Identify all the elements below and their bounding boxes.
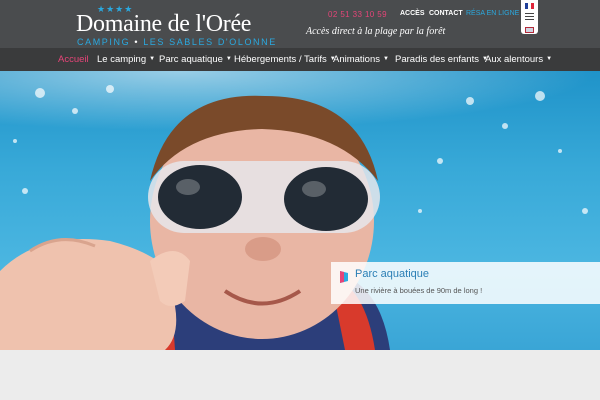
hero-photo-swimmer (0, 85, 588, 350)
nav-item-parc-aquatique[interactable]: Parc aquatique ▼ (159, 54, 232, 65)
flag-icon (340, 271, 348, 283)
page: ★★★★ Domaine de l'Orée CAMPING • LES SAB… (0, 0, 600, 400)
slide-title: Parc aquatique (355, 268, 429, 280)
nav-item-accueil[interactable]: Accueil (58, 54, 89, 65)
english-flag-icon[interactable] (525, 27, 534, 33)
nav-label: Le camping (97, 54, 147, 65)
phone-number[interactable]: 02 51 33 10 59 (328, 10, 387, 19)
nav-label: Accueil (58, 54, 89, 65)
subtitle-camping: CAMPING (77, 37, 131, 47)
online-booking-link[interactable]: RÉSA EN LIGNE (466, 10, 519, 17)
nav-label: Aux alentours (485, 54, 544, 65)
nav-item-aux-alentours[interactable]: Aux alentours ▼ (485, 54, 552, 65)
contact-link[interactable]: CONTACT (429, 10, 463, 17)
acces-link[interactable]: ACCÈS (400, 10, 425, 17)
french-flag-icon[interactable] (525, 3, 534, 9)
slide-text: Une rivière à bouées de 90m de long ! (355, 286, 483, 295)
nav-label: Parc aquatique (159, 54, 223, 65)
language-menu (521, 0, 538, 34)
nav-item-paradis-des-enfants[interactable]: Paradis des enfants ▼ (395, 54, 488, 65)
slide-caption[interactable]: Parc aquatique Une rivière à bouées de 9… (331, 262, 600, 304)
chevron-down-icon: ▼ (149, 56, 156, 63)
nav-item-animations[interactable]: Animations ▼ (333, 54, 389, 65)
chevron-down-icon: ▼ (383, 56, 389, 63)
chevron-down-icon: ▼ (225, 56, 232, 63)
nav-item-hebergements-tarifs[interactable]: Hébergements / Tarifs ▼ (234, 54, 336, 65)
nav-item-le-camping[interactable]: Le camping ▼ (97, 54, 155, 65)
subtitle-location: LES SABLES D'OLONNE (143, 37, 277, 47)
site-subtitle: CAMPING • LES SABLES D'OLONNE (77, 37, 277, 47)
nav-label: Animations (333, 54, 380, 65)
nav-label: Hébergements / Tarifs (234, 54, 327, 65)
site-logo[interactable]: ★★★★ Domaine de l'Orée CAMPING • LES SAB… (76, 4, 276, 48)
subtitle-separator: • (134, 37, 140, 47)
tagline: Accès direct à la plage par la forêt (306, 26, 446, 37)
site-name: Domaine de l'Orée (76, 11, 252, 37)
main-nav: Accueil Le camping ▼ Parc aquatique ▼ Hébe… (0, 48, 600, 71)
menu-icon[interactable] (525, 13, 534, 22)
hero-slider[interactable]: Parc aquatique Une rivière à bouées de 9… (0, 71, 600, 350)
site-header: ★★★★ Domaine de l'Orée CAMPING • LES SAB… (0, 0, 600, 48)
chevron-down-icon: ▼ (546, 56, 553, 63)
nav-label: Paradis des enfants (395, 54, 479, 65)
content-area (0, 350, 600, 400)
